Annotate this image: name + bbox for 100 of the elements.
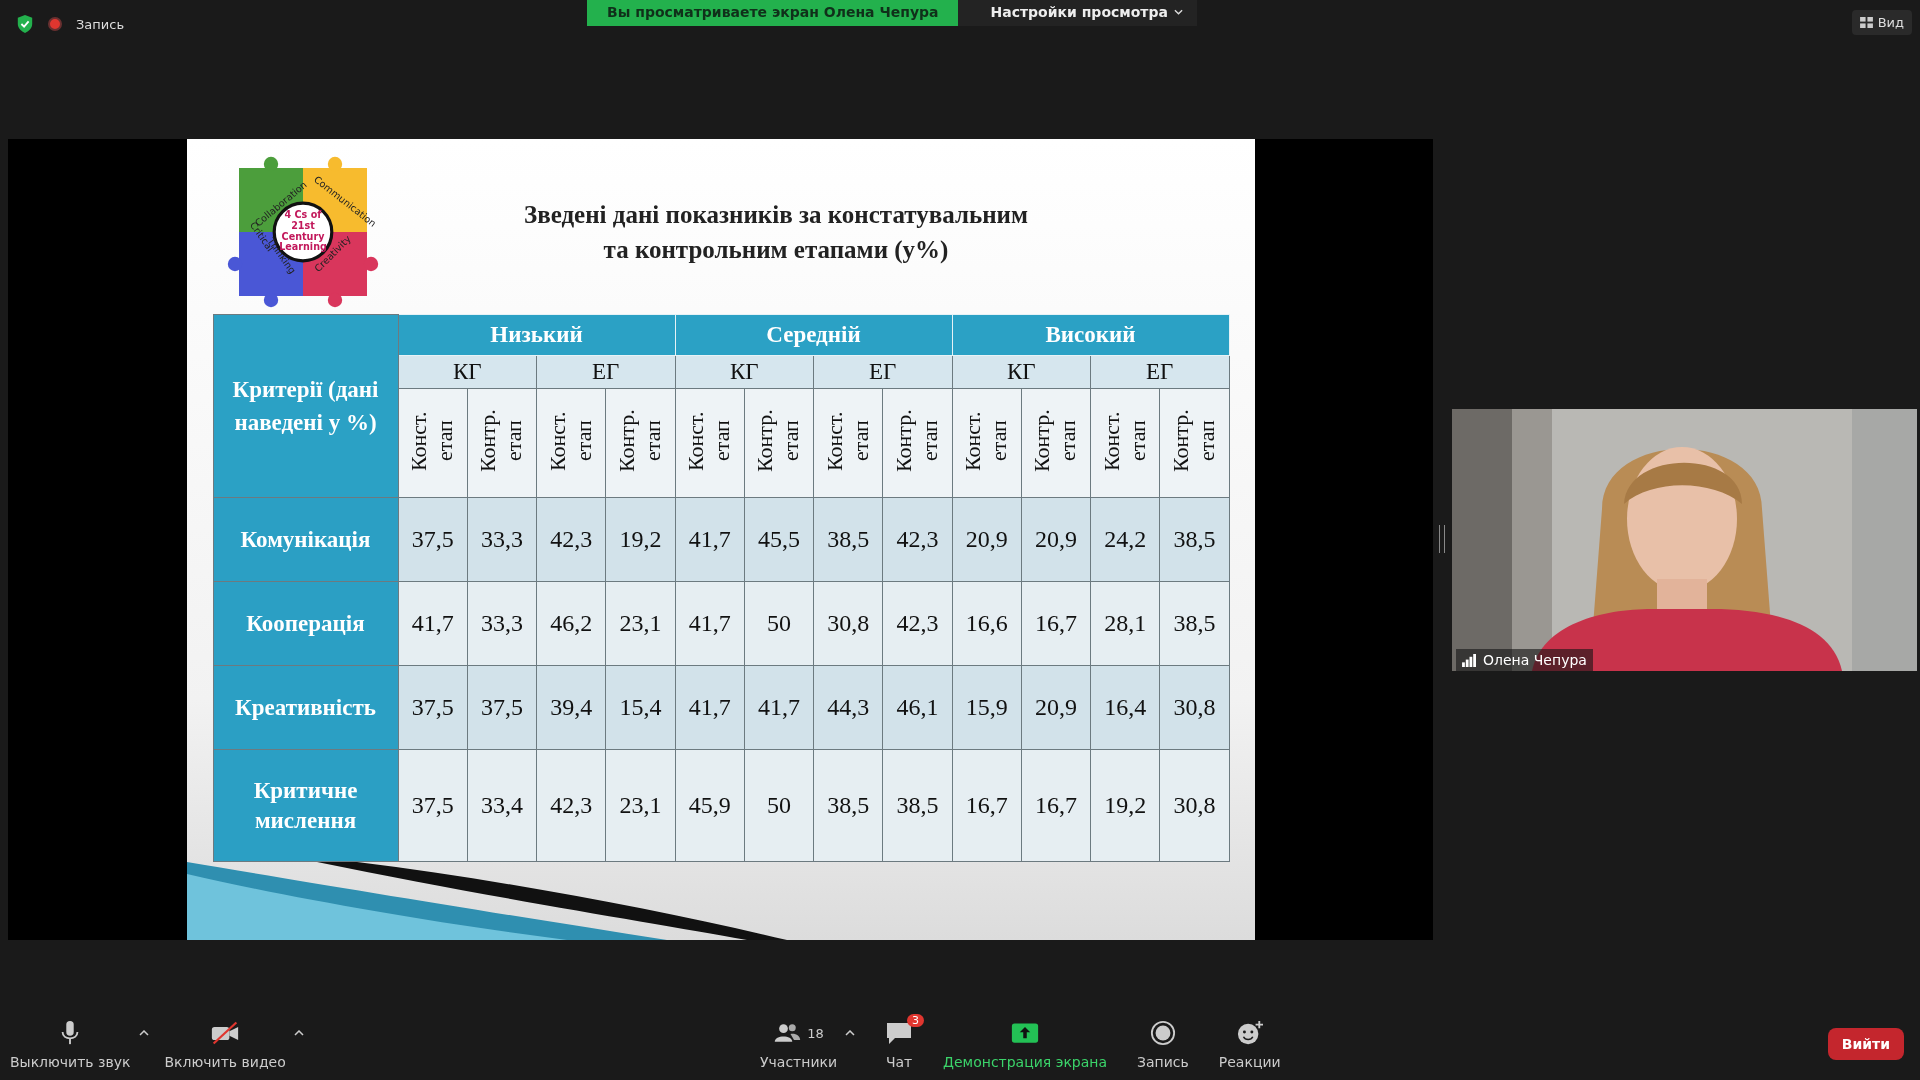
toolbar-button[interactable]: Запись (1137, 1018, 1189, 1070)
table-cell: 16,7 (1021, 749, 1091, 862)
table-cell: 20,9 (1021, 665, 1091, 750)
table-header: Контр. етап (1159, 388, 1229, 498)
table-header: Конст. етап (1090, 388, 1160, 498)
shield-icon (16, 14, 34, 34)
table-header: Конст. етап (398, 388, 468, 498)
table-cell: 41,7 (675, 665, 745, 750)
table-cell: 16,6 (952, 581, 1022, 666)
table-header: КГ (398, 355, 537, 389)
table-cell: 28,1 (1090, 581, 1160, 666)
table-cell: 15,9 (952, 665, 1022, 750)
table-header: ЕГ (536, 355, 675, 389)
toolbar-button[interactable]: Демонстрация экрана (943, 1018, 1108, 1070)
slide-title: Зведені дані показників за констатувальним та контрольним етапами (у%) (523, 199, 1029, 266)
caret-icon (1173, 9, 1183, 15)
table-cell: 44,3 (813, 665, 883, 750)
signal-icon (1462, 653, 1477, 667)
table-header: Конст. етап (536, 388, 606, 498)
table-cell: 23,1 (605, 581, 675, 666)
table-cell: 33,3 (467, 497, 537, 582)
table-header: Критерії (дані наведені у %) (213, 314, 398, 498)
sharing-banner: Вы просматриваете экран Олена Чепура (587, 0, 959, 26)
table-cell: 42,3 (536, 749, 606, 862)
table-cell: 16,4 (1090, 665, 1160, 750)
table-cell: 30,8 (1159, 665, 1229, 750)
table-cell: 20,9 (1021, 497, 1091, 582)
table-header: Конст. етап (952, 388, 1022, 498)
table-cell: 38,5 (813, 497, 883, 582)
table-cell: 33,4 (467, 749, 537, 862)
table-cell: 37,5 (467, 665, 537, 750)
table-header: КГ (952, 355, 1091, 389)
table-cell: 41,7 (744, 665, 814, 750)
grid-icon (1859, 17, 1873, 28)
table-cell: 30,8 (813, 581, 883, 666)
view-button[interactable]: Вид (1851, 10, 1912, 35)
table-cell: 37,5 (398, 497, 468, 582)
table-header: Контр. етап (1021, 388, 1091, 498)
table-header: Контр. етап (882, 388, 952, 498)
toolbar-button[interactable]: Выключить звук (10, 1018, 131, 1070)
recording-label: Запись (76, 16, 125, 32)
table-cell: 41,7 (398, 581, 468, 666)
record-icon (1148, 1020, 1177, 1046)
table-cell: 41,7 (675, 497, 745, 582)
table-cell: 38,5 (1159, 581, 1229, 666)
toolbar-button[interactable]: Реакции (1218, 1018, 1281, 1070)
table-header: КГ (675, 355, 814, 389)
table-cell: 20,9 (952, 497, 1022, 582)
table-header: Конст. етап (813, 388, 883, 498)
table-header: Конст. етап (675, 388, 745, 498)
table-cell: 42,3 (536, 497, 606, 582)
table-header: Високий (952, 314, 1229, 356)
chat-icon (885, 1020, 914, 1046)
table-cell: 46,1 (882, 665, 952, 750)
table-cell: 15,4 (605, 665, 675, 750)
toolbar-button[interactable]: 18 Участники (760, 1018, 838, 1070)
notification-badge: 3 (907, 1014, 925, 1027)
table-cell: 50 (744, 749, 814, 862)
table-header: Низький (398, 314, 675, 356)
table-header: ЕГ (813, 355, 952, 389)
table-cell: 45,5 (744, 497, 814, 582)
table-header: ЕГ (1090, 355, 1229, 389)
table-cell: 24,2 (1090, 497, 1160, 582)
table-cell: 37,5 (398, 749, 468, 862)
leave-button[interactable]: Вийти (1827, 1028, 1904, 1060)
participant-name: Олена Чепура (1483, 652, 1587, 668)
table-cell: 19,2 (1090, 749, 1160, 862)
view-options-button[interactable]: Настройки просмотра (958, 0, 1197, 26)
table-cell: 38,5 (813, 749, 883, 862)
table-cell: 42,3 (882, 581, 952, 666)
table-header: Контр. етап (744, 388, 814, 498)
table-cell: 46,2 (536, 581, 606, 666)
table-header: Середній (675, 314, 952, 356)
table-cell: 16,7 (952, 749, 1022, 862)
caret-icon[interactable] (845, 1030, 856, 1036)
table-cell: 23,1 (605, 749, 675, 862)
table-cell: 39,4 (536, 665, 606, 750)
caret-icon[interactable] (138, 1030, 149, 1036)
toolbar-button[interactable]: Включить видео (164, 1018, 286, 1070)
table-cell: 30,8 (1159, 749, 1229, 862)
table-header: Контр. етап (467, 388, 537, 498)
emoji-icon (1235, 1020, 1264, 1046)
camera-off-icon (211, 1020, 240, 1046)
table-cell: 42,3 (882, 497, 952, 582)
table-cell: 38,5 (1159, 497, 1229, 582)
table-cell: 33,3 (467, 581, 537, 666)
table-cell: 16,7 (1021, 581, 1091, 666)
row-header: Комунікація (213, 497, 398, 582)
row-header: Кооперація (213, 581, 398, 666)
table-cell: 37,5 (398, 665, 468, 750)
row-header: Креативність (213, 665, 398, 750)
table-cell: 50 (744, 581, 814, 666)
table-cell: 41,7 (675, 581, 745, 666)
recording-icon (48, 17, 62, 31)
table-cell: 45,9 (675, 749, 745, 862)
table-cell: 38,5 (882, 749, 952, 862)
caret-icon[interactable] (293, 1030, 304, 1036)
table-header: Контр. етап (605, 388, 675, 498)
table-cell: 19,2 (605, 497, 675, 582)
share-screen-icon (1011, 1020, 1040, 1046)
